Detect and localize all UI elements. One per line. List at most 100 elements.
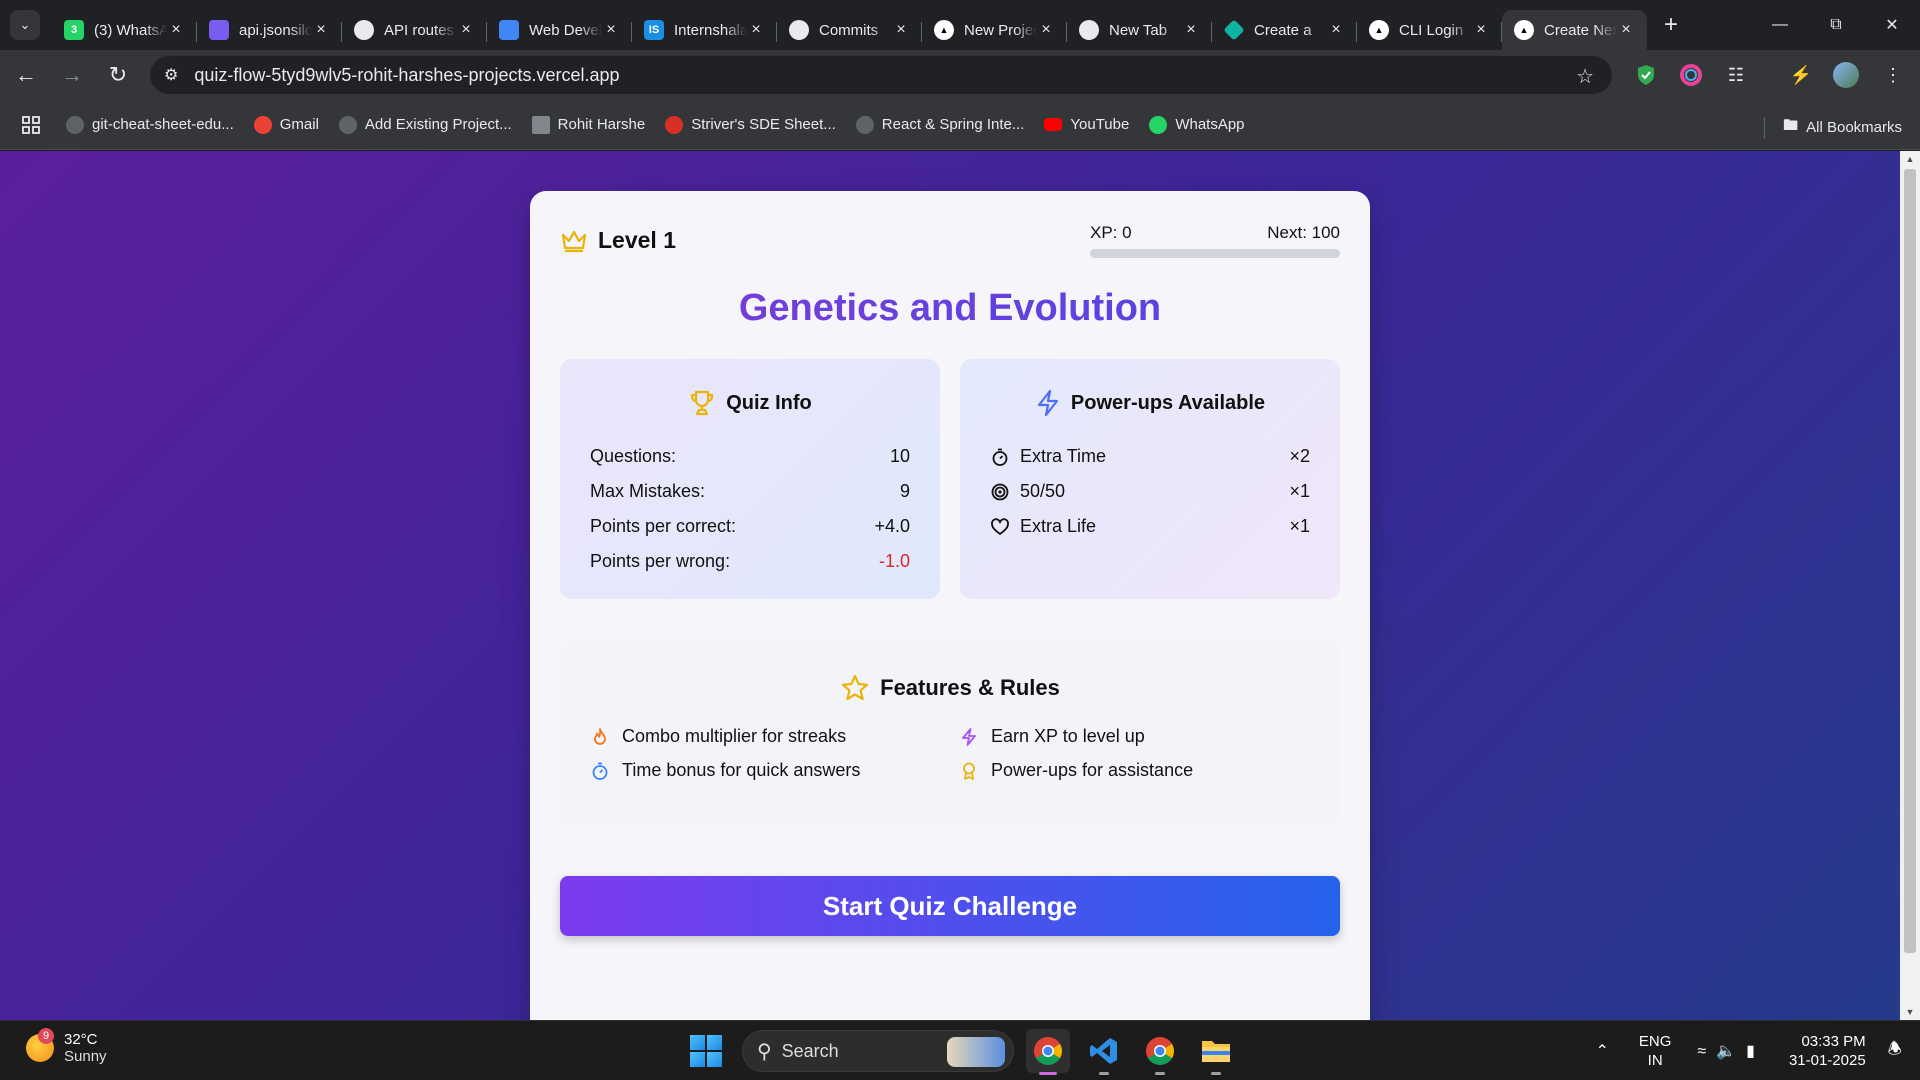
back-button[interactable]: ← <box>6 55 46 95</box>
bookmark-item[interactable]: YouTube <box>1044 116 1129 133</box>
xp-bar <box>1090 249 1340 258</box>
tab-title: New Tab <box>1109 21 1168 39</box>
close-tab-icon[interactable]: × <box>892 21 910 39</box>
network-volume-battery-icons[interactable]: ≈🔈▮ <box>1697 1041 1765 1061</box>
whatsapp-icon: 3 <box>64 20 84 40</box>
browser-tab[interactable]: Create a × <box>1212 10 1357 50</box>
reload-button[interactable]: ↻ <box>98 55 138 95</box>
close-tab-icon[interactable]: × <box>457 21 475 39</box>
bookmark-item[interactable]: git-cheat-sheet-edu... <box>66 115 234 134</box>
clock[interactable]: 03:33 PM 31-01-2025 <box>1789 1032 1866 1070</box>
close-window-button[interactable]: ✕ <box>1864 0 1920 50</box>
browser-tab[interactable]: 3 (3) WhatsApp× <box>52 10 197 50</box>
weather-widget[interactable]: 9 32°C Sunny <box>26 1028 107 1065</box>
close-tab-icon[interactable]: × <box>747 21 765 39</box>
site-info-icon[interactable]: ⚙ <box>164 65 178 85</box>
quiz-info-row: Questions: 10 <box>590 439 910 474</box>
browser-tab[interactable]: New Tab × <box>1067 10 1212 50</box>
tab-search-button[interactable]: ⌄ <box>10 10 40 40</box>
browser-tab[interactable]: ▲ New Project × <box>922 10 1067 50</box>
address-bar[interactable]: ⚙ quiz-flow-5tyd9wlv5-rohit-harshes-proj… <box>150 56 1612 94</box>
tabs-container: 3(3) WhatsApp×api.jsonsilo×API routes×We… <box>52 0 1647 50</box>
powerup-label: Extra Life <box>1020 516 1097 536</box>
chrome-profile-taskbar-app[interactable] <box>1138 1029 1182 1075</box>
forward-button[interactable]: → <box>52 55 92 95</box>
browser-tab[interactable]: ▲ Create Next App× <box>1502 10 1647 50</box>
browser-tab[interactable]: API routes × <box>342 10 487 50</box>
taskbar-search[interactable]: ⚲ Search <box>742 1030 1014 1072</box>
page-scrollbar[interactable]: ▲ ▼ <box>1900 151 1920 1020</box>
new-tab-button[interactable]: + <box>1653 7 1689 43</box>
close-tab-icon[interactable]: × <box>1037 21 1055 39</box>
file-explorer-taskbar-app[interactable] <box>1194 1029 1238 1075</box>
browser-tab[interactable]: Web Development× <box>487 10 632 50</box>
bookmark-item[interactable]: Add Existing Project... <box>338 115 512 134</box>
quiz-info-label: Max Mistakes: <box>590 481 706 501</box>
browser-tab[interactable]: IS Internshala × <box>632 10 777 50</box>
scroll-down-arrow[interactable]: ▼ <box>1900 1007 1920 1017</box>
color-extension-icon[interactable] <box>1678 62 1704 88</box>
bookmark-item[interactable]: Rohit Harshe <box>531 115 645 134</box>
restore-button[interactable]: ⧉ <box>1808 0 1864 50</box>
chevron-down-icon: ⌄ <box>19 17 31 32</box>
minimize-button[interactable]: — <box>1752 0 1808 50</box>
bookmark-item[interactable]: Striver's SDE Sheet... <box>665 115 836 134</box>
scroll-up-arrow[interactable]: ▲ <box>1900 154 1920 164</box>
close-tab-icon[interactable]: × <box>1327 21 1345 39</box>
bookmark-item[interactable]: WhatsApp <box>1149 115 1245 134</box>
features-heading: Features & Rules <box>880 675 1060 700</box>
bookmarks-divider <box>1764 116 1766 139</box>
browser-tab[interactable]: Commits × <box>777 10 922 50</box>
bookmark-label: git-cheat-sheet-edu... <box>92 116 234 133</box>
scrollbar-thumb[interactable] <box>1904 169 1916 953</box>
powerup-label: Extra Time <box>1020 446 1107 466</box>
notification-bell-icon[interactable]: 🕭 <box>1888 1038 1902 1065</box>
sun-icon: 9 <box>26 1028 54 1062</box>
windows-start-button[interactable] <box>690 1035 722 1067</box>
quiz-info-label: Points per wrong: <box>590 551 731 571</box>
extensions-puzzle-icon[interactable]: ☷ <box>1723 62 1749 88</box>
feature-item: Time bonus for quick answers <box>590 760 959 781</box>
browser-tab[interactable]: api.jsonsilo × <box>197 10 342 50</box>
close-tab-icon[interactable]: × <box>167 21 185 39</box>
trophy-icon <box>691 390 714 416</box>
powerup-row[interactable]: Extra Time ×2 <box>990 439 1310 474</box>
powerup-row[interactable]: Extra Life ×1 <box>990 509 1310 544</box>
tab-title: Create Next App <box>1544 21 1617 39</box>
close-tab-icon[interactable]: × <box>1472 21 1490 39</box>
close-tab-icon[interactable]: × <box>312 21 330 39</box>
chrome-taskbar-app[interactable] <box>1026 1029 1070 1075</box>
vscode-taskbar-app[interactable] <box>1082 1029 1126 1075</box>
profile-avatar[interactable] <box>1833 62 1859 88</box>
lightning-icon <box>1037 389 1059 417</box>
quiz-title: Genetics and Evolution <box>530 287 1370 330</box>
bookmark-item[interactable]: React & Spring Inte... <box>855 115 1025 134</box>
all-bookmarks-button[interactable]: 🖿 All Bookmarks <box>1764 115 1902 140</box>
browser-menu-icon[interactable]: ⋮ <box>1880 62 1906 88</box>
next-level-label: Next: 100 <box>1267 223 1340 242</box>
close-tab-icon[interactable]: × <box>1617 21 1635 39</box>
bookmark-star-icon[interactable]: ☆ <box>1576 64 1594 89</box>
url-text: quiz-flow-5tyd9wlv5-rohit-harshes-projec… <box>194 64 620 85</box>
apps-grid-icon[interactable] <box>22 115 40 134</box>
feature-item: Combo multiplier for streaks <box>590 726 959 747</box>
browser-tab[interactable]: ▲ CLI Login × <box>1357 10 1502 50</box>
reload-icon: ↻ <box>108 62 128 87</box>
bookmark-label: React & Spring Inte... <box>881 116 1025 133</box>
powerup-count: ×1 <box>1289 516 1310 536</box>
close-tab-icon[interactable]: × <box>602 21 620 39</box>
bookmark-item[interactable]: Gmail <box>253 115 319 134</box>
shield-extension-icon[interactable] <box>1633 62 1659 88</box>
gmail-icon <box>253 115 272 134</box>
powerup-count: ×1 <box>1289 481 1310 501</box>
powerup-row[interactable]: 50/50 ×1 <box>990 474 1310 509</box>
close-tab-icon[interactable]: × <box>1182 21 1200 39</box>
system-tray: ⌃ ENG IN ≈🔈▮ 03:33 PM 31-01-2025 🕭 <box>1596 1021 1920 1080</box>
chevron-up-icon[interactable]: ⌃ <box>1596 1041 1609 1061</box>
start-quiz-button[interactable]: Start Quiz Challenge <box>560 876 1340 936</box>
language-indicator[interactable]: ENG IN <box>1639 1032 1672 1070</box>
performance-icon[interactable]: ⚡ <box>1788 62 1814 88</box>
quiz-info-label: Questions: <box>590 446 677 466</box>
quiz-info-heading: Quiz Info <box>726 391 812 414</box>
tab-title: Web Development <box>529 21 602 39</box>
